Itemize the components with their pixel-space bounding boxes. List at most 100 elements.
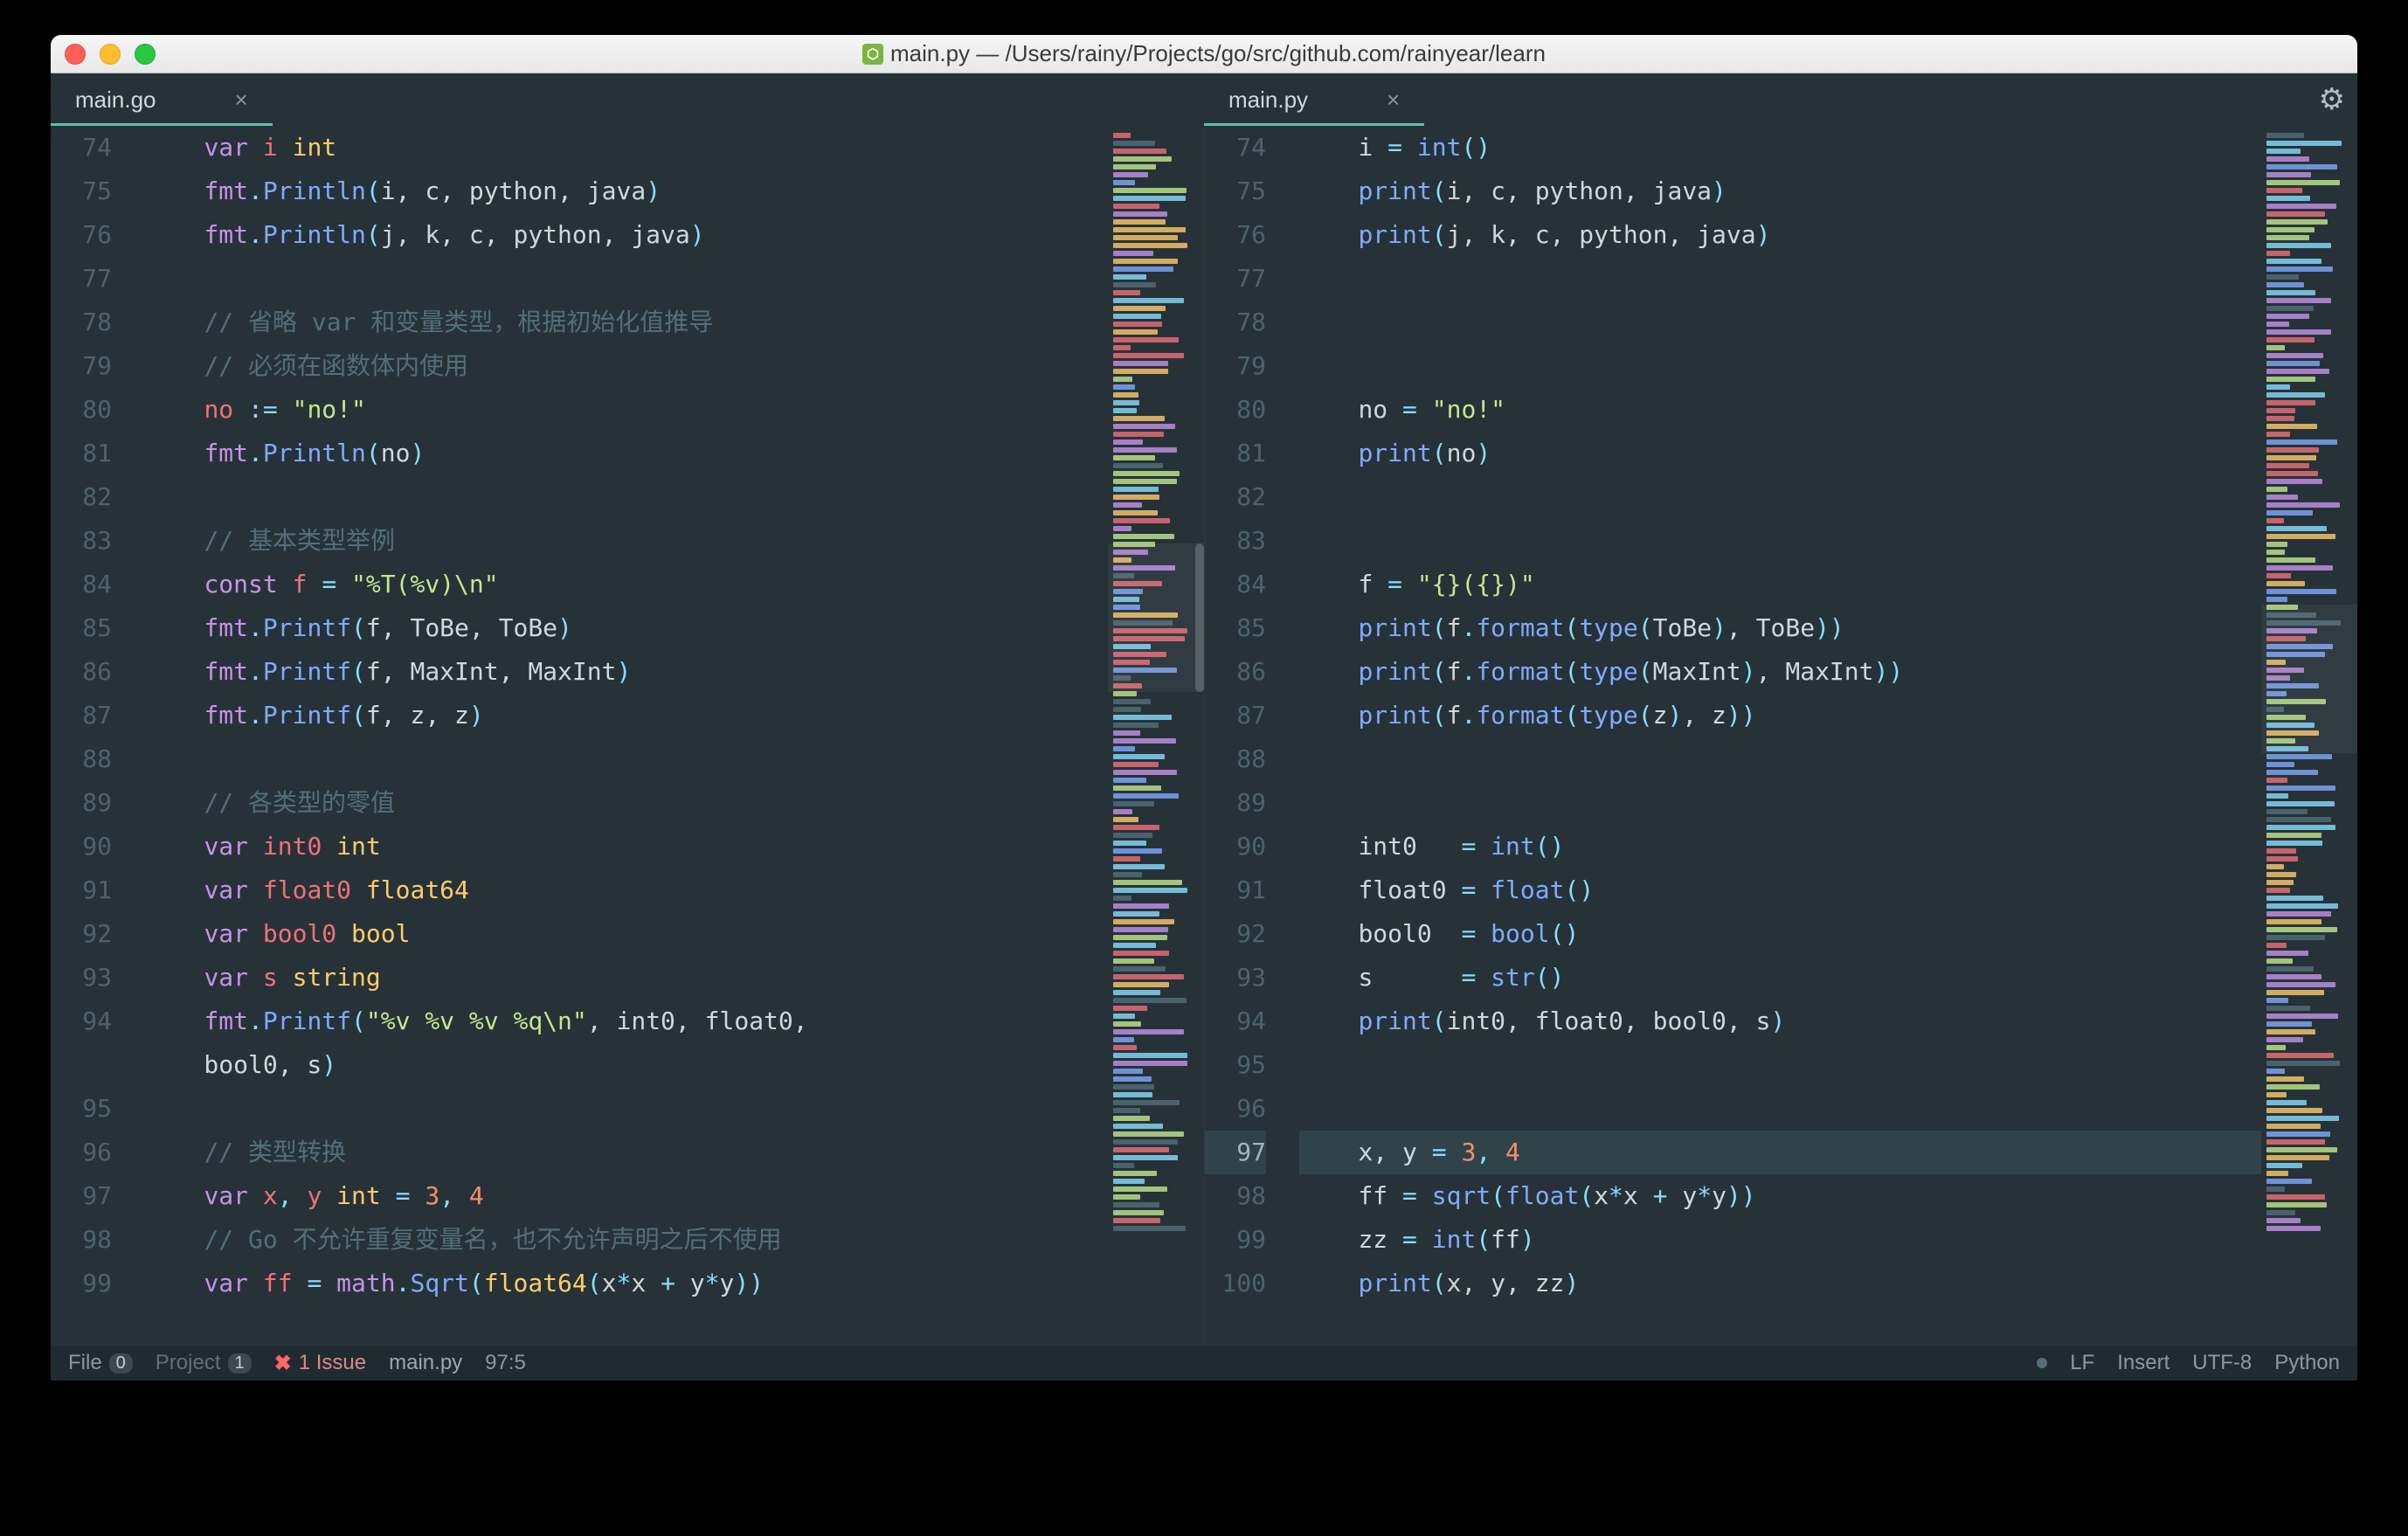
sb-git[interactable] xyxy=(2037,1358,2047,1368)
code-line[interactable] xyxy=(145,257,1108,301)
code-line[interactable]: var float0 float64 xyxy=(145,868,1108,912)
code-line[interactable] xyxy=(145,475,1108,519)
code-line[interactable]: print(f.format(type(ToBe), ToBe)) xyxy=(1299,606,2261,650)
code-line[interactable]: // 基本类型举例 xyxy=(145,519,1108,563)
code-line[interactable]: print(i, c, python, java) xyxy=(1299,170,2261,213)
minimap[interactable] xyxy=(2261,126,2357,1346)
code-line[interactable]: // 类型转换 xyxy=(145,1131,1108,1174)
minimap-viewport[interactable] xyxy=(1108,543,1204,692)
code-line[interactable]: // 必须在函数体内使用 xyxy=(145,344,1108,388)
tab-main-go[interactable]: main.go × xyxy=(51,73,273,126)
minimap[interactable] xyxy=(1108,126,1204,1346)
code-line[interactable]: // 各类型的零值 xyxy=(145,781,1108,825)
line-number: 79 xyxy=(1205,344,1266,388)
code-line[interactable]: fmt.Printf(f, MaxInt, MaxInt) xyxy=(145,650,1108,694)
editor-right[interactable]: 7475767778798081828384858687888990919293… xyxy=(1204,126,2357,1346)
code-line[interactable]: var x, y int = 3, 4 xyxy=(145,1174,1108,1218)
code-line[interactable]: fmt.Println(no) xyxy=(145,432,1108,475)
code-line[interactable]: var int0 int xyxy=(145,825,1108,868)
code-line[interactable] xyxy=(1299,781,2261,825)
code-line[interactable] xyxy=(145,737,1108,781)
close-tab-icon[interactable]: × xyxy=(1387,88,1400,111)
minimap-line xyxy=(2266,1179,2312,1184)
code-line[interactable]: // Go 不允许重复变量名，也不允许声明之后不使用 xyxy=(145,1218,1108,1262)
code-line[interactable]: fmt.Println(j, k, c, python, java) xyxy=(145,213,1108,257)
minimap-line xyxy=(1113,219,1166,225)
scrollbar-thumb[interactable] xyxy=(1195,543,1204,692)
code-line[interactable]: int0 = int() xyxy=(1299,825,2261,868)
sb-eol[interactable]: LF xyxy=(2070,1351,2094,1375)
code-line[interactable] xyxy=(1299,1043,2261,1087)
code-line[interactable]: print(j, k, c, python, java) xyxy=(1299,213,2261,257)
tab-main-py[interactable]: main.py × xyxy=(1204,73,1424,126)
code-line[interactable]: fmt.Printf(f, ToBe, ToBe) xyxy=(145,606,1108,650)
code-line[interactable]: zz = int(ff) xyxy=(1299,1218,2261,1262)
code-line[interactable]: print(x, y, zz) xyxy=(1299,1262,2261,1305)
code-line[interactable]: print(f.format(type(MaxInt), MaxInt)) xyxy=(1299,650,2261,694)
code-line[interactable] xyxy=(1299,301,2261,344)
code-line[interactable] xyxy=(1299,475,2261,519)
close-tab-icon[interactable]: × xyxy=(235,88,248,111)
code-line[interactable]: var bool0 bool xyxy=(145,912,1108,956)
sb-project[interactable]: Project 1 xyxy=(156,1351,252,1375)
line-number: 86 xyxy=(51,650,112,694)
code-line[interactable]: float0 = float() xyxy=(1299,868,2261,912)
code-line[interactable]: const f = "%T(%v)\n" xyxy=(145,563,1108,606)
code-line[interactable] xyxy=(145,1087,1108,1131)
minimap-line xyxy=(2266,337,2315,342)
code-line[interactable]: no = "no!" xyxy=(1299,388,2261,432)
sb-cursor[interactable]: 97:5 xyxy=(485,1351,526,1375)
zoom-window-button[interactable] xyxy=(135,44,156,65)
minimize-window-button[interactable] xyxy=(100,44,121,65)
code-line[interactable]: bool0, s) xyxy=(145,1043,1108,1087)
code-line[interactable]: f = "{}({})" xyxy=(1299,563,2261,606)
line-number: 96 xyxy=(1205,1087,1266,1131)
minimap-line xyxy=(1113,298,1184,303)
minimap-line xyxy=(1113,471,1180,476)
code-line[interactable]: print(int0, float0, bool0, s) xyxy=(1299,1000,2261,1043)
code-line[interactable] xyxy=(1299,737,2261,781)
minimap-line xyxy=(1113,274,1146,280)
sb-lang[interactable]: Python xyxy=(2274,1351,2340,1375)
code-line[interactable]: i = int() xyxy=(1299,126,2261,170)
gear-icon[interactable]: ⚙ xyxy=(2319,82,2345,117)
minimap-line xyxy=(2266,1194,2325,1200)
code-line[interactable] xyxy=(1299,519,2261,563)
code-line[interactable]: var i int xyxy=(145,126,1108,170)
code-area[interactable]: var i int fmt.Println(i, c, python, java… xyxy=(129,126,1108,1346)
code-line[interactable]: ff = sqrt(float(x*x + y*y)) xyxy=(1299,1174,2261,1218)
code-line[interactable]: no := "no!" xyxy=(145,388,1108,432)
editor-left[interactable]: 7475767778798081828384858687888990919293… xyxy=(51,126,1204,1346)
line-gutter: 7475767778798081828384858687888990919293… xyxy=(1205,126,1284,1346)
sb-mode[interactable]: Insert xyxy=(2117,1351,2169,1375)
code-line[interactable]: print(f.format(type(z), z)) xyxy=(1299,694,2261,737)
line-number: 84 xyxy=(51,563,112,606)
code-line[interactable]: bool0 = bool() xyxy=(1299,912,2261,956)
sb-issues[interactable]: ✖ 1 Issue xyxy=(274,1351,367,1376)
sb-encoding[interactable]: UTF-8 xyxy=(2192,1351,2252,1375)
code-line[interactable]: var s string xyxy=(145,956,1108,1000)
code-line[interactable]: s = str() xyxy=(1299,956,2261,1000)
minimap-line xyxy=(1113,1210,1164,1215)
minimap-line xyxy=(2266,149,2301,154)
minimap-line xyxy=(1113,204,1159,209)
code-line[interactable]: fmt.Println(i, c, python, java) xyxy=(145,170,1108,213)
line-number: 76 xyxy=(1205,213,1266,257)
code-line[interactable]: x, y = 3, 4 xyxy=(1299,1131,2261,1174)
code-line[interactable] xyxy=(1299,1087,2261,1131)
code-area[interactable]: i = int() print(i, c, python, java) prin… xyxy=(1284,126,2261,1346)
code-line[interactable]: // 省略 var 和变量类型，根据初始化值推导 xyxy=(145,301,1108,344)
minimap-line xyxy=(2266,329,2331,335)
code-line[interactable]: fmt.Printf("%v %v %v %q\n", int0, float0… xyxy=(145,1000,1108,1043)
close-window-button[interactable] xyxy=(65,44,86,65)
code-line[interactable] xyxy=(1299,257,2261,301)
minimap-line xyxy=(1113,455,1155,460)
code-line[interactable]: print(no) xyxy=(1299,432,2261,475)
code-line[interactable]: fmt.Printf(f, z, z) xyxy=(145,694,1108,737)
sb-filename[interactable]: main.py xyxy=(389,1351,462,1375)
minimap-viewport[interactable] xyxy=(2261,605,2357,753)
sb-file[interactable]: File 0 xyxy=(68,1351,133,1375)
code-line[interactable] xyxy=(1299,344,2261,388)
line-number: 81 xyxy=(51,432,112,475)
code-line[interactable]: var ff = math.Sqrt(float64(x*x + y*y)) xyxy=(145,1262,1108,1305)
